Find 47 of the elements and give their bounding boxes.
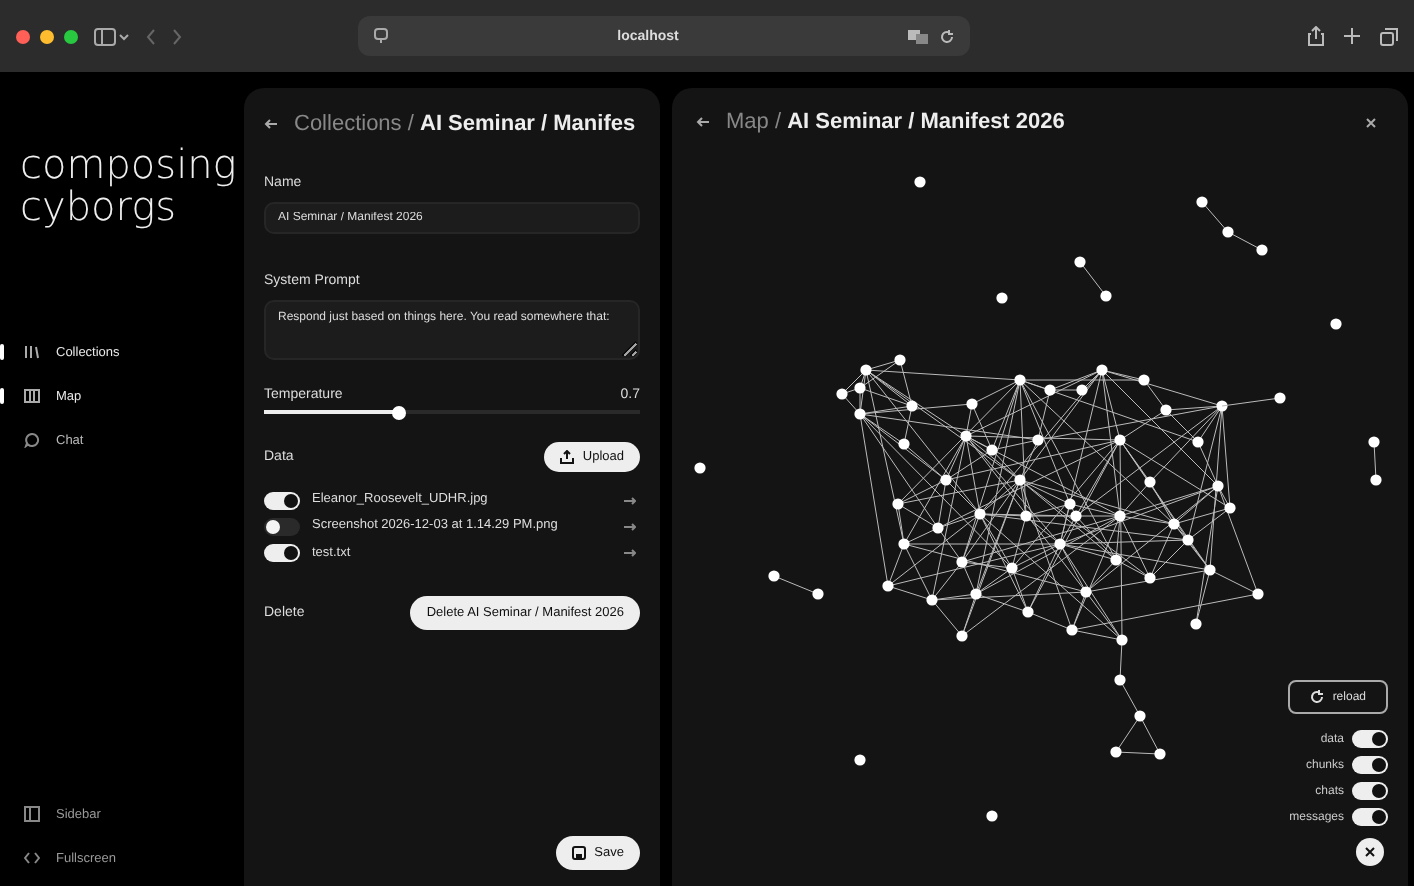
open-button[interactable] xyxy=(620,548,640,559)
breadcrumb: Collections / AI Seminar / Manifes xyxy=(294,112,636,136)
refresh-icon xyxy=(1310,690,1325,704)
expand-icon xyxy=(24,850,40,866)
open-button[interactable] xyxy=(620,522,640,533)
plus-icon[interactable] xyxy=(1344,28,1360,44)
graph-node[interactable] xyxy=(1368,436,1380,448)
arrow-right-icon xyxy=(624,495,636,506)
upload-icon xyxy=(560,450,575,464)
open-button[interactable] xyxy=(620,495,640,506)
close-window-control[interactable] xyxy=(16,29,30,43)
map-icon xyxy=(24,388,40,404)
tabs-icon[interactable] xyxy=(1380,27,1398,45)
toggle-switch[interactable] xyxy=(264,518,300,537)
network-graph-drawing[interactable] xyxy=(694,176,1268,822)
back-icon[interactable] xyxy=(146,27,156,45)
back-arrow-icon xyxy=(696,116,710,128)
sidebar-icon xyxy=(24,806,40,822)
minimize-window-control[interactable] xyxy=(40,29,54,43)
graph-node[interactable] xyxy=(1274,392,1286,404)
zoom-window-control[interactable] xyxy=(64,29,78,43)
list-icon xyxy=(24,344,40,360)
toggle-switch[interactable] xyxy=(264,491,300,510)
close-icon xyxy=(1366,118,1376,128)
toggle-switch[interactable] xyxy=(1352,808,1388,826)
graph-node[interactable] xyxy=(1330,318,1342,330)
toggle-switch[interactable] xyxy=(264,544,300,563)
toggle-switch[interactable] xyxy=(1352,730,1388,748)
app-logo: composing cyborgs xyxy=(18,144,239,228)
sidebar-toggle-icon[interactable] xyxy=(94,27,130,45)
save-icon xyxy=(572,846,587,860)
arrow-right-icon xyxy=(624,522,636,533)
back-arrow-icon xyxy=(264,118,278,130)
toggle-switch[interactable] xyxy=(1352,756,1388,774)
close-icon xyxy=(1364,846,1376,858)
back-button[interactable] xyxy=(264,114,278,134)
close-button[interactable] xyxy=(1356,838,1384,866)
arrow-right-icon xyxy=(624,548,636,559)
forward-icon[interactable] xyxy=(172,27,182,45)
toggle-switch[interactable] xyxy=(1352,782,1388,800)
reload-icon[interactable] xyxy=(940,29,954,43)
graph-node[interactable] xyxy=(1370,474,1382,486)
breadcrumb: Map / AI Seminar / Manifest 2026 xyxy=(726,110,1065,134)
share-icon[interactable] xyxy=(1308,26,1324,46)
back-button[interactable] xyxy=(696,112,710,132)
chat-bubble-icon xyxy=(24,432,40,448)
close-button[interactable] xyxy=(1366,118,1376,128)
